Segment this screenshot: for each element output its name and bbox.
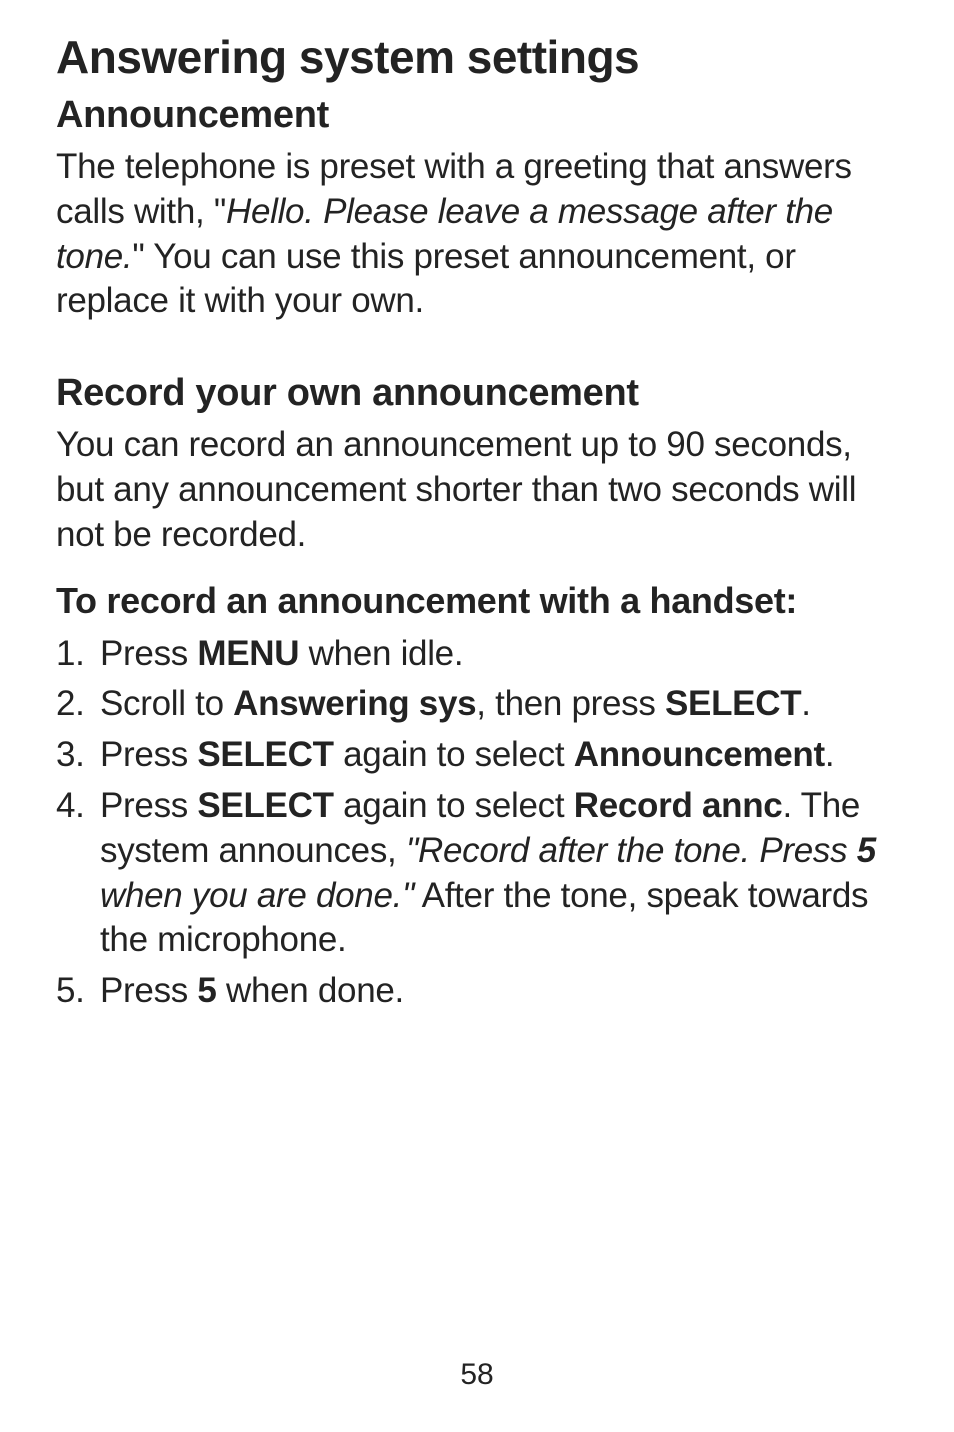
step-text: again to select <box>334 735 574 774</box>
steps-list: 1. Press MENU when idle. 2. Scroll to An… <box>56 632 906 1014</box>
step-number: 5. <box>56 969 85 1014</box>
step-text: Press <box>100 786 197 825</box>
step-number: 3. <box>56 733 85 778</box>
step-italic: "Record after the tone. Press <box>406 831 857 870</box>
step-text: Press <box>100 634 197 673</box>
step-text: . <box>825 735 834 774</box>
step-bold-italic: 5 <box>857 831 876 870</box>
step-number: 4. <box>56 784 85 829</box>
announcement-paragraph: The telephone is preset with a greeting … <box>56 145 906 324</box>
record-paragraph: You can record an announcement up to 90 … <box>56 423 906 557</box>
para-suffix: " You can use this preset announcement, … <box>56 237 796 321</box>
step-bold: SELECT <box>197 735 333 774</box>
section-heading-record: Record your own announcement <box>56 372 906 415</box>
page-title: Answering system settings <box>56 30 906 84</box>
step-text: Press <box>100 971 197 1010</box>
step-number: 1. <box>56 632 85 677</box>
step-text: when idle. <box>299 634 463 673</box>
list-item: 5. Press 5 when done. <box>56 969 906 1014</box>
step-text: when done. <box>217 971 404 1010</box>
step-bold: Record annc <box>574 786 783 825</box>
step-bold: Announcement <box>574 735 825 774</box>
section-heading-announcement: Announcement <box>56 94 906 137</box>
step-number: 2. <box>56 682 85 727</box>
step-bold: SELECT <box>665 684 801 723</box>
step-bold: MENU <box>197 634 299 673</box>
list-item: 4. Press SELECT again to select Record a… <box>56 784 906 963</box>
step-text: Press <box>100 735 197 774</box>
sub-heading-steps: To record an announcement with a handset… <box>56 580 906 622</box>
step-bold: Answering sys <box>233 684 476 723</box>
step-text: . <box>801 684 810 723</box>
step-italic: when you are done." <box>100 876 414 915</box>
step-bold: 5 <box>197 971 216 1010</box>
step-text: , then press <box>476 684 665 723</box>
list-item: 1. Press MENU when idle. <box>56 632 906 677</box>
step-bold: SELECT <box>197 786 333 825</box>
page-number: 58 <box>0 1358 954 1392</box>
step-text: again to select <box>334 786 574 825</box>
list-item: 2. Scroll to Answering sys, then press S… <box>56 682 906 727</box>
step-text: Scroll to <box>100 684 233 723</box>
list-item: 3. Press SELECT again to select Announce… <box>56 733 906 778</box>
